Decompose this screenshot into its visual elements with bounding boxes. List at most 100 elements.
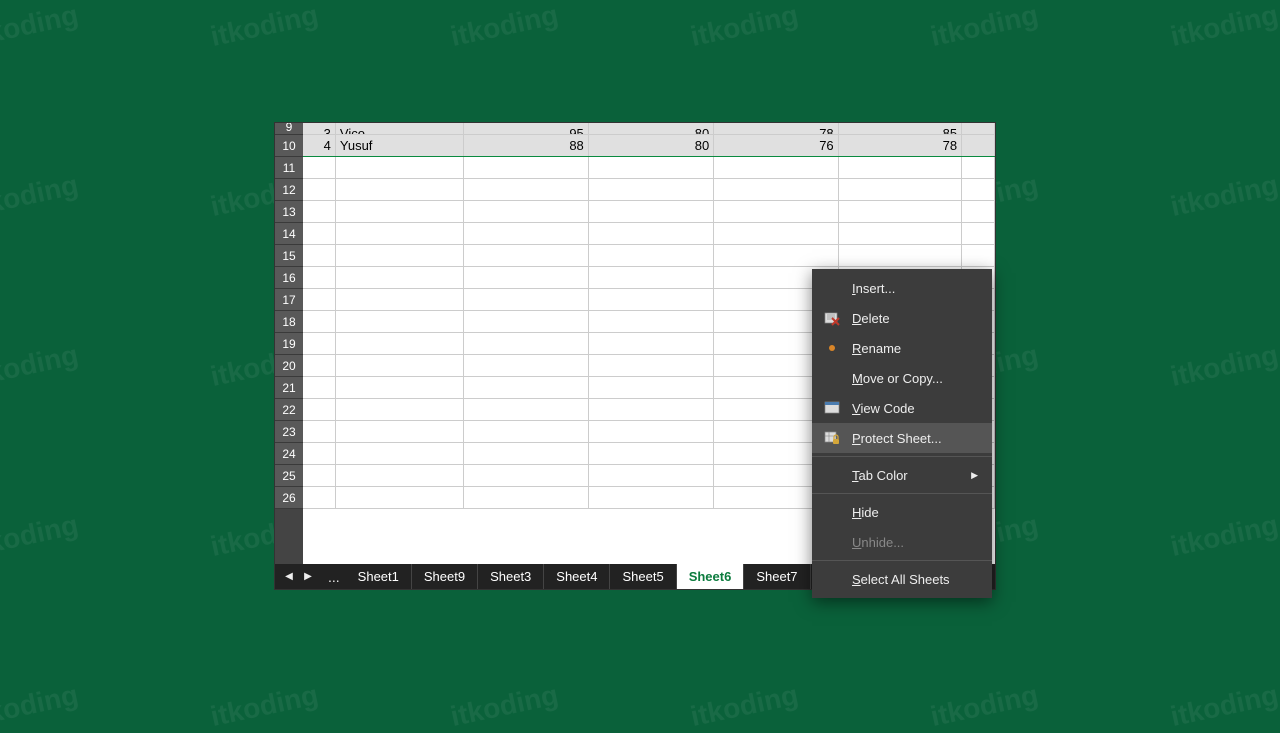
- cell[interactable]: [336, 289, 464, 310]
- cell[interactable]: [589, 399, 714, 420]
- cell[interactable]: [962, 201, 995, 222]
- cell[interactable]: [714, 245, 838, 266]
- row-header[interactable]: 23: [275, 421, 303, 443]
- cell[interactable]: [589, 443, 714, 464]
- cell[interactable]: [464, 377, 588, 398]
- cell[interactable]: Vico: [336, 123, 464, 134]
- row-header[interactable]: 18: [275, 311, 303, 333]
- row-header[interactable]: 24: [275, 443, 303, 465]
- cell[interactable]: [336, 223, 464, 244]
- row-header[interactable]: 17: [275, 289, 303, 311]
- tab-overflow-indicator[interactable]: ...: [322, 572, 346, 582]
- cell[interactable]: [464, 245, 588, 266]
- cell[interactable]: [714, 157, 838, 178]
- cell[interactable]: [464, 179, 588, 200]
- row-header[interactable]: 12: [275, 179, 303, 201]
- row-header[interactable]: 25: [275, 465, 303, 487]
- cell[interactable]: [464, 267, 588, 288]
- cell[interactable]: [839, 201, 962, 222]
- cell[interactable]: 4: [303, 135, 336, 156]
- cell[interactable]: [589, 421, 714, 442]
- cell[interactable]: [714, 223, 838, 244]
- cell[interactable]: [303, 179, 336, 200]
- table-row[interactable]: [303, 245, 995, 267]
- row-header[interactable]: 15: [275, 245, 303, 267]
- row-header[interactable]: 14: [275, 223, 303, 245]
- cell[interactable]: [589, 333, 714, 354]
- row-header[interactable]: 26: [275, 487, 303, 509]
- cell[interactable]: [303, 377, 336, 398]
- menu-move-copy[interactable]: Move or Copy...: [812, 363, 992, 393]
- cell[interactable]: [336, 157, 464, 178]
- cell[interactable]: [303, 311, 336, 332]
- cell[interactable]: [962, 123, 995, 134]
- cell[interactable]: [589, 465, 714, 486]
- cell[interactable]: [336, 443, 464, 464]
- cell[interactable]: [464, 333, 588, 354]
- cell[interactable]: [336, 465, 464, 486]
- cell[interactable]: [303, 443, 336, 464]
- cell[interactable]: [464, 355, 588, 376]
- cell[interactable]: [464, 289, 588, 310]
- row-header[interactable]: 13: [275, 201, 303, 223]
- cell[interactable]: [589, 311, 714, 332]
- cell[interactable]: 76: [714, 135, 838, 156]
- cell[interactable]: [962, 223, 995, 244]
- cell[interactable]: [464, 399, 588, 420]
- cell[interactable]: [303, 421, 336, 442]
- cell[interactable]: [714, 179, 838, 200]
- cell[interactable]: [336, 267, 464, 288]
- menu-insert[interactable]: Insert...: [812, 273, 992, 303]
- cell[interactable]: [464, 223, 588, 244]
- sheet-tab[interactable]: Sheet9: [412, 564, 478, 589]
- cell[interactable]: [589, 201, 714, 222]
- cell[interactable]: [962, 179, 995, 200]
- cell[interactable]: [303, 399, 336, 420]
- cell[interactable]: [464, 201, 588, 222]
- cell[interactable]: [303, 355, 336, 376]
- cell[interactable]: [464, 421, 588, 442]
- menu-view-code[interactable]: View Code: [812, 393, 992, 423]
- row-header[interactable]: 16: [275, 267, 303, 289]
- sheet-tab[interactable]: Sheet5: [610, 564, 676, 589]
- cell[interactable]: 78: [714, 123, 838, 134]
- cell[interactable]: [464, 311, 588, 332]
- cell[interactable]: [464, 487, 588, 508]
- table-row[interactable]: [303, 201, 995, 223]
- cell[interactable]: [589, 245, 714, 266]
- cell[interactable]: 3: [303, 123, 336, 134]
- cell[interactable]: [336, 399, 464, 420]
- cell[interactable]: [714, 201, 838, 222]
- cell[interactable]: [589, 223, 714, 244]
- cell[interactable]: [303, 157, 336, 178]
- cell[interactable]: 80: [589, 135, 714, 156]
- cell[interactable]: 95: [464, 123, 588, 134]
- tab-prev-button[interactable]: ◀: [281, 569, 297, 585]
- row-header[interactable]: 19: [275, 333, 303, 355]
- cell[interactable]: [839, 157, 962, 178]
- menu-tab-color[interactable]: Tab Color▶: [812, 460, 992, 490]
- sheet-tab[interactable]: Sheet4: [544, 564, 610, 589]
- cell[interactable]: [839, 179, 962, 200]
- cell[interactable]: [962, 157, 995, 178]
- menu-select-all-sheets[interactable]: Select All Sheets: [812, 564, 992, 594]
- cell[interactable]: [303, 333, 336, 354]
- cell[interactable]: [962, 135, 995, 156]
- cell[interactable]: [336, 179, 464, 200]
- table-row[interactable]: [303, 157, 995, 179]
- cell[interactable]: [962, 245, 995, 266]
- cell[interactable]: [336, 377, 464, 398]
- cell[interactable]: [303, 267, 336, 288]
- cell[interactable]: [589, 157, 714, 178]
- cell[interactable]: [839, 223, 962, 244]
- row-header[interactable]: 20: [275, 355, 303, 377]
- cell[interactable]: [589, 267, 714, 288]
- cell[interactable]: Yusuf: [336, 135, 464, 156]
- row-header[interactable]: 21: [275, 377, 303, 399]
- cell[interactable]: [336, 333, 464, 354]
- cell[interactable]: [589, 289, 714, 310]
- cell[interactable]: 88: [464, 135, 588, 156]
- row-header[interactable]: 11: [275, 157, 303, 179]
- cell[interactable]: [589, 355, 714, 376]
- tab-next-button[interactable]: ▶: [300, 569, 316, 585]
